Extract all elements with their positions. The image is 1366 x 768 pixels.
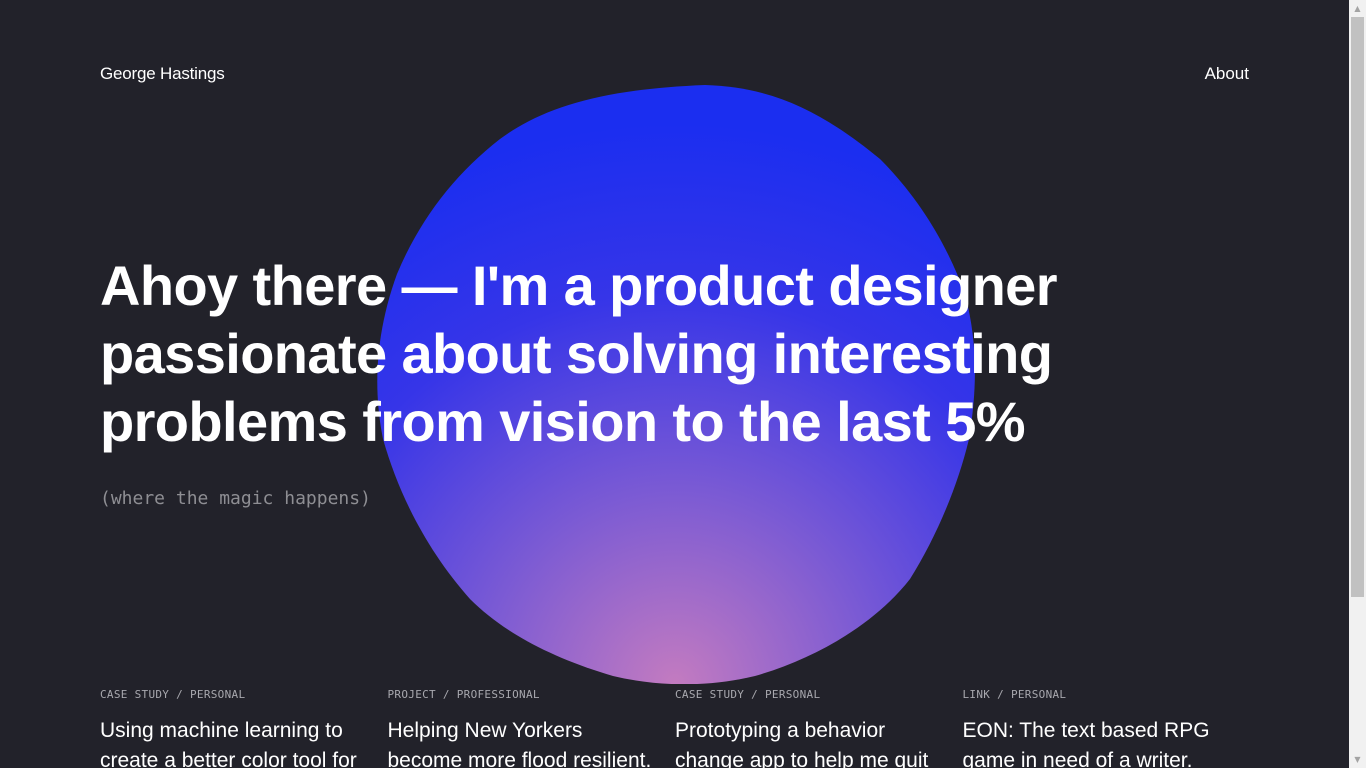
- project-card-title[interactable]: EON: The text based RPG game in need of …: [963, 716, 1231, 768]
- page: George Hastings About Ahoy there — I'm a…: [0, 0, 1349, 768]
- hero-line-3: problems from vision to the last 5%: [100, 390, 1026, 453]
- project-card-meta: PROJECT / PROFESSIONAL: [387, 688, 540, 701]
- project-card-meta: CASE STUDY / PERSONAL: [100, 688, 246, 701]
- project-card[interactable]: CASE STUDY / PERSONAL Using machine lear…: [100, 688, 388, 768]
- scrollbar-thumb[interactable]: [1351, 17, 1364, 597]
- project-card-meta: CASE STUDY / PERSONAL: [675, 688, 821, 701]
- brand-name[interactable]: George Hastings: [100, 64, 225, 84]
- project-card[interactable]: PROJECT / PROFESSIONAL Helping New Yorke…: [388, 688, 676, 768]
- hero-line-2: passionate about solving interesting: [100, 322, 1053, 385]
- project-card-list: CASE STUDY / PERSONAL Using machine lear…: [100, 688, 1250, 768]
- project-card-title[interactable]: Helping New Yorkers become more flood re…: [388, 716, 656, 768]
- vertical-scrollbar[interactable]: ▲ ▼: [1349, 0, 1366, 768]
- project-card-title[interactable]: Using machine learning to create a bette…: [100, 716, 368, 768]
- project-card[interactable]: CASE STUDY / PERSONAL Prototyping a beha…: [675, 688, 963, 768]
- project-card-meta: LINK / PERSONAL: [962, 688, 1067, 701]
- nav-about-link[interactable]: About: [1205, 64, 1249, 84]
- hero-subtitle: (where the magic happens): [100, 488, 371, 509]
- hero-line-1: Ahoy there — I'm a product designer: [100, 254, 1058, 317]
- scroll-up-arrow-icon[interactable]: ▲: [1349, 0, 1366, 17]
- hero-heading: Ahoy there — I'm a product designer pass…: [100, 252, 1160, 456]
- scroll-down-arrow-icon[interactable]: ▼: [1349, 751, 1366, 768]
- project-card-title[interactable]: Prototyping a behavior change app to hel…: [675, 716, 943, 768]
- project-card[interactable]: LINK / PERSONAL EON: The text based RPG …: [963, 688, 1251, 768]
